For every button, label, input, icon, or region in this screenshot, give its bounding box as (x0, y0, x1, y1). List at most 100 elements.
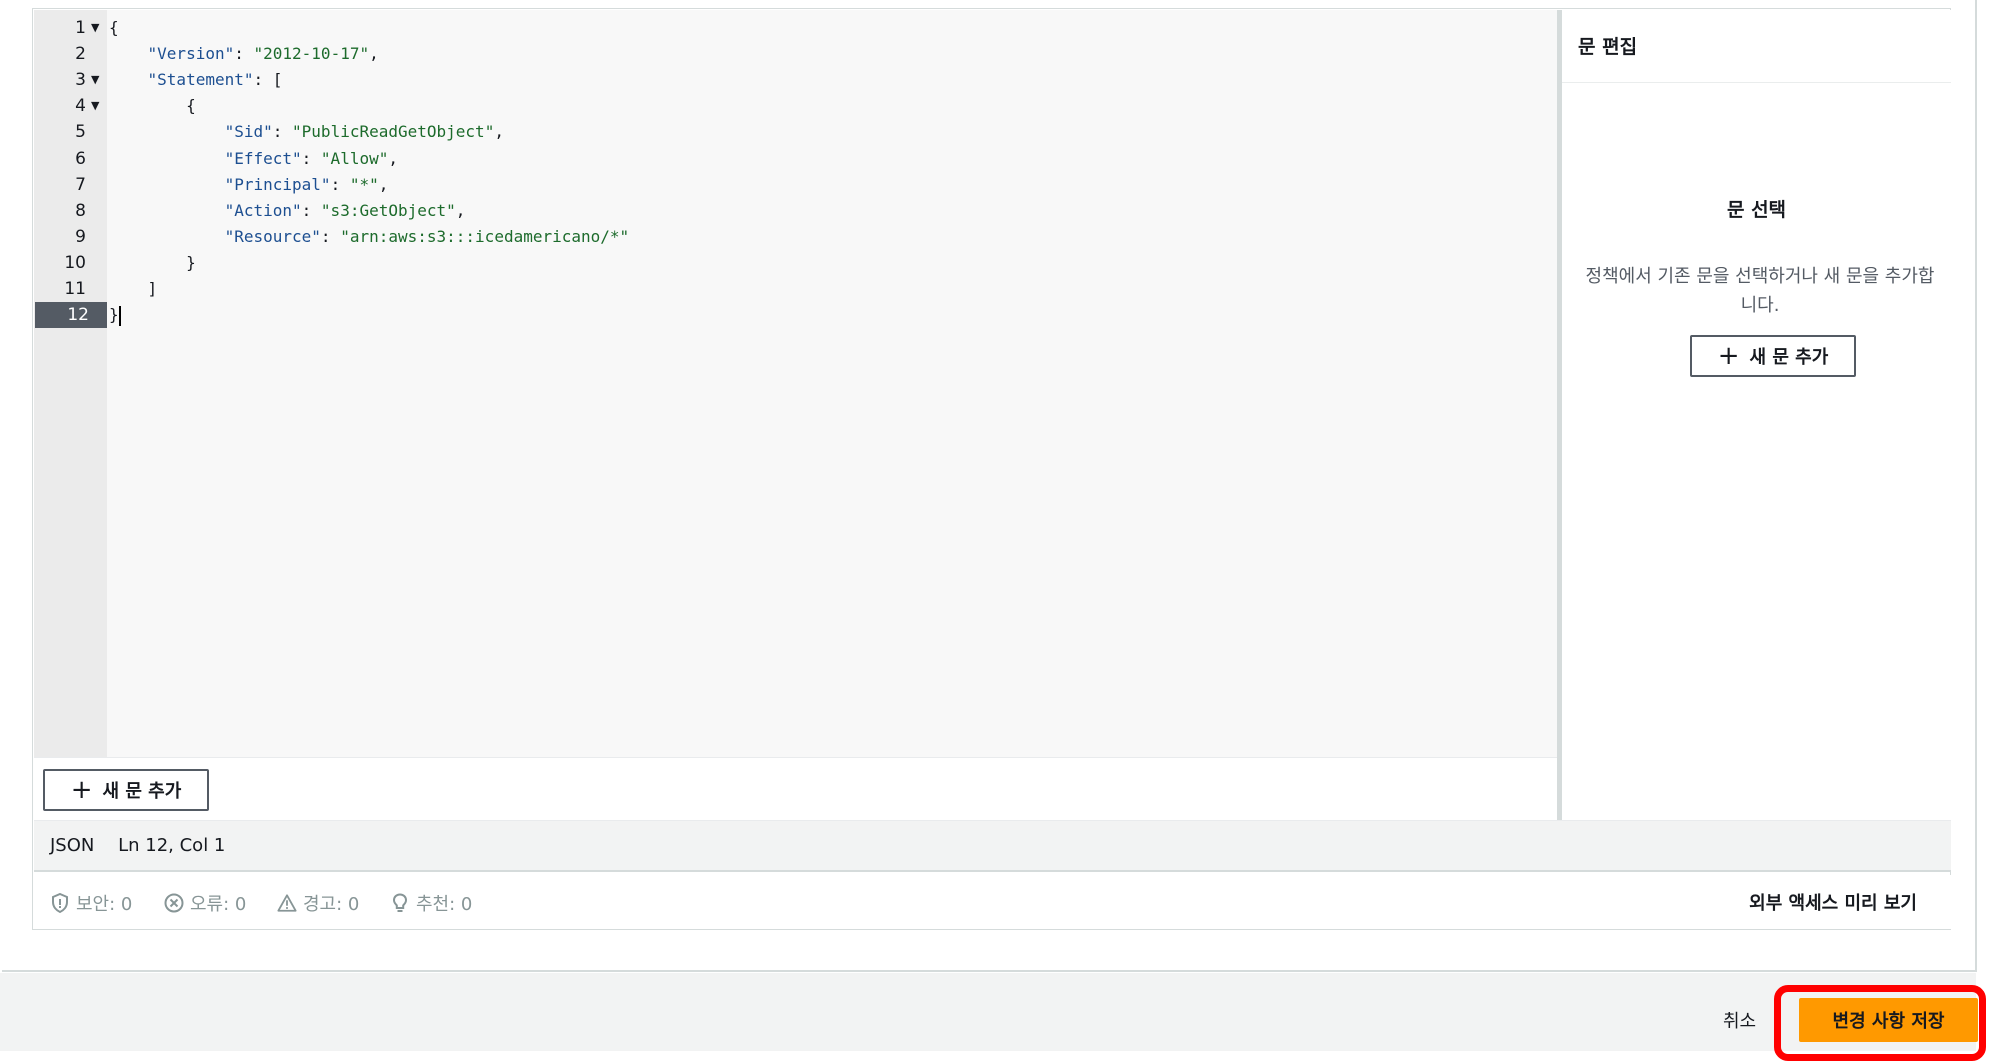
security-findings[interactable]: 보안: 0 (50, 890, 132, 916)
cursor-position: Ln 12, Col 1 (118, 835, 226, 856)
line-number: 5 (75, 122, 86, 143)
code-token: { (109, 96, 196, 116)
editor-status-bar: JSON Ln 12, Col 1 (34, 820, 1951, 872)
code-token: : (301, 148, 321, 168)
line-number: 9 (75, 226, 86, 247)
select-statement-description: 정책에서 기존 문을 선택하거나 새 문을 추가합니다. (1585, 266, 1935, 316)
line-number-gutter: 1 ▼ 2 3 ▼ 4 ▼ 5 6 7 8 9 10 11 12 (34, 10, 107, 757)
language-indicator: JSON (50, 835, 95, 856)
code-token: "PublicReadGetObject" (292, 122, 495, 142)
code-line: "Statement": [ (109, 67, 283, 93)
error-count: 오류: 0 (190, 894, 247, 915)
external-access-preview-button[interactable]: 외부 액세스 미리 보기 (1749, 889, 1917, 915)
code-token: , (388, 148, 398, 168)
line-number: 3 (75, 70, 86, 91)
code-token: "Statement" (147, 70, 254, 90)
code-token: : (330, 174, 350, 194)
code-token: , (369, 44, 379, 64)
code-token: "Allow" (320, 148, 389, 168)
code-line: "Effect": "Allow", (109, 146, 398, 172)
line-number: 6 (75, 148, 86, 169)
code-token: } (109, 252, 196, 272)
code-token: , (494, 122, 504, 142)
code-token: "2012-10-17" (253, 44, 370, 64)
code-line: "Principal": "*", (109, 172, 389, 198)
code-token: : (320, 226, 341, 246)
side-add-statement-button[interactable]: + 새 문 추가 (1690, 335, 1856, 377)
code-token: "arn:aws:s3:::icedamericano/*" (340, 226, 630, 246)
code-token: , (378, 174, 389, 194)
code-line: { (109, 15, 119, 41)
side-add-statement-label: 새 문 추가 (1749, 347, 1829, 368)
code-line: ] (109, 276, 158, 302)
code-token: "Principal" (224, 174, 331, 194)
code-token: : [ (253, 70, 283, 90)
code-token: "Resource" (224, 226, 321, 246)
code-line: "Version": "2012-10-17", (109, 41, 379, 67)
code-line: "Action": "s3:GetObject", (109, 198, 466, 224)
fold-toggle-icon[interactable]: ▼ (91, 67, 99, 93)
code-token: { (109, 18, 119, 37)
add-statement-button[interactable]: + 새 문 추가 (43, 769, 209, 811)
edit-statement-panel: 문 편집 문 선택 정책에서 기존 문을 선택하거나 새 문을 추가합니다. +… (1562, 10, 1951, 820)
fold-toggle-icon[interactable]: ▼ (91, 93, 99, 119)
code-line: "Resource": "arn:aws:s3:::icedamericano/… (109, 224, 630, 250)
code-token: : (234, 44, 254, 64)
shield-icon (50, 893, 70, 913)
code-token: : (301, 200, 321, 220)
line-number: 4 (75, 96, 86, 117)
line-number: 7 (75, 174, 86, 195)
suggestion-count: 추천: 0 (416, 894, 473, 915)
line-number: 12 (35, 302, 107, 329)
line-number: 11 (64, 279, 86, 299)
line-number: 2 (75, 44, 86, 65)
code-line: } (109, 302, 121, 328)
select-statement-heading: 문 선택 (1726, 199, 1787, 221)
add-statement-label: 새 문 추가 (102, 781, 182, 802)
fold-toggle-icon[interactable]: ▼ (91, 15, 99, 41)
policy-editor: 1 ▼ 2 3 ▼ 4 ▼ 5 6 7 8 9 10 11 12 { "Version": "2012-10… (32, 8, 1951, 930)
code-token: "Action" (224, 200, 302, 220)
code-token: "Sid" (224, 122, 273, 142)
code-token: } (109, 305, 119, 325)
lightbulb-icon (390, 893, 410, 913)
policy-editor-panel: 1 ▼ 2 3 ▼ 4 ▼ 5 6 7 8 9 10 11 12 { "Version": "2012-10… (2, 0, 1977, 972)
security-count: 보안: 0 (76, 894, 133, 915)
divider (34, 757, 1557, 758)
warning-triangle-icon (277, 893, 297, 913)
line-number: 8 (75, 200, 86, 221)
code-line: { (109, 93, 196, 119)
code-token: : (272, 122, 293, 142)
warning-count: 경고: 0 (303, 894, 360, 915)
error-findings[interactable]: 오류: 0 (164, 890, 246, 916)
code-token: , (455, 200, 466, 220)
error-circle-icon (164, 893, 184, 913)
text-cursor (118, 305, 121, 326)
line-number: 1 (75, 18, 86, 38)
validation-bar: 보안: 0 오류: 0 경고: 0 추천: 0 외부 액세스 미리 보기 (34, 875, 1951, 929)
cancel-button[interactable]: 취소 (1723, 1007, 1756, 1033)
code-line: "Sid": "PublicReadGetObject", (109, 119, 504, 145)
side-panel-title: 문 편집 (1578, 36, 1638, 58)
code-editor[interactable]: { "Version": "2012-10-17", "Statement": … (107, 10, 1557, 757)
code-token: "s3:GetObject" (320, 200, 456, 220)
code-token: "*" (349, 174, 379, 194)
line-number: 10 (64, 252, 86, 273)
code-token: "Effect" (224, 148, 302, 168)
side-panel-header: 문 편집 (1562, 10, 1951, 83)
code-token: "Version" (147, 44, 235, 64)
plus-icon: + (70, 775, 93, 805)
suggestion-findings[interactable]: 추천: 0 (390, 890, 472, 916)
plus-icon: + (1717, 341, 1740, 371)
code-token: ] (109, 279, 158, 298)
highlight-annotation (1774, 985, 1986, 1061)
warning-findings[interactable]: 경고: 0 (277, 890, 359, 916)
page-footer (0, 973, 1976, 1051)
code-line: } (109, 250, 196, 276)
